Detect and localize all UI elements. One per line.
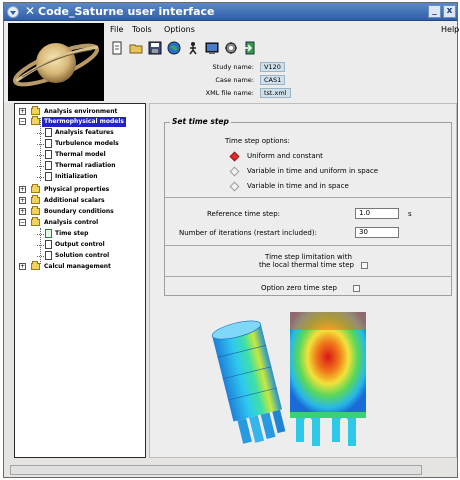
iterations-input[interactable]: 30 bbox=[355, 227, 399, 238]
folder-icon bbox=[31, 206, 40, 215]
time-step-limitation-checkbox[interactable] bbox=[361, 262, 368, 269]
tree-label: Additional scalars bbox=[44, 197, 105, 204]
folder-icon bbox=[31, 106, 40, 115]
iterations-label: Number of iterations (restart included): bbox=[179, 229, 317, 237]
page-icon bbox=[45, 161, 52, 170]
separator bbox=[165, 245, 451, 246]
page-icon-active bbox=[45, 229, 52, 238]
page-icon bbox=[45, 172, 52, 181]
set-time-step-group: Set time step Time step options: Uniform… bbox=[164, 117, 452, 296]
folder-open-icon bbox=[31, 217, 40, 226]
tree-label: Output control bbox=[55, 241, 105, 248]
tree-connector bbox=[40, 118, 41, 181]
folder-icon bbox=[31, 195, 40, 204]
expand-icon[interactable]: + bbox=[19, 197, 26, 204]
menu-file[interactable]: File bbox=[110, 25, 123, 34]
radio-variable-time-space[interactable] bbox=[229, 181, 240, 192]
maximize-button[interactable]: x bbox=[443, 5, 456, 18]
reference-time-step-input[interactable]: 1.0 bbox=[355, 208, 399, 219]
case-name-value: CAS1 bbox=[260, 75, 286, 85]
tree-label: Thermal radiation bbox=[55, 162, 116, 169]
page-icon bbox=[45, 251, 52, 260]
time-step-options-label: Time step options: bbox=[225, 137, 290, 145]
separator bbox=[165, 197, 451, 198]
tree-label: Calcul management bbox=[44, 263, 111, 270]
xml-file-value: tst.xml bbox=[260, 88, 291, 98]
collapse-icon[interactable]: − bbox=[19, 118, 26, 125]
expand-icon[interactable]: + bbox=[19, 186, 26, 193]
study-name-value: V120 bbox=[260, 62, 285, 72]
terminal-icon[interactable] bbox=[205, 41, 219, 55]
menu-options[interactable]: Options bbox=[164, 25, 195, 34]
tree-label: Analysis environment bbox=[44, 108, 118, 115]
time-step-limitation-label: Time step limitation with the local ther… bbox=[259, 253, 354, 269]
page-icon bbox=[45, 128, 52, 137]
zero-time-step-label: Option zero time step bbox=[261, 284, 337, 292]
minimize-button[interactable]: _ bbox=[428, 5, 441, 18]
study-name-label: Study name: bbox=[212, 63, 254, 71]
process-icon[interactable] bbox=[224, 41, 238, 55]
group-title: Set time step bbox=[170, 117, 231, 126]
radio-uniform-constant-label[interactable]: Uniform and constant bbox=[247, 152, 323, 160]
exit-icon[interactable] bbox=[243, 41, 257, 55]
tree-label: Solution control bbox=[55, 252, 110, 259]
xml-file-label: XML file name: bbox=[205, 89, 254, 97]
header-area: File Tools Options Help Study name: V120… bbox=[4, 21, 459, 103]
collapse-icon[interactable]: − bbox=[19, 219, 26, 226]
cfd-simulation-image bbox=[211, 312, 366, 446]
tree-label: Turbulence models bbox=[55, 140, 119, 147]
status-bar bbox=[10, 465, 422, 475]
toolbar bbox=[107, 41, 277, 57]
radio-uniform-constant[interactable] bbox=[229, 151, 240, 162]
saturn-logo bbox=[8, 23, 104, 101]
radio-variable-time-uniform-space[interactable] bbox=[229, 166, 240, 177]
tree-label: Initialization bbox=[55, 173, 98, 180]
tree-label: Analysis control bbox=[44, 219, 99, 226]
tree-label: Time step bbox=[55, 230, 89, 237]
menu-help[interactable]: Help bbox=[441, 25, 459, 34]
app-x-icon: ✕ bbox=[25, 4, 36, 18]
navigation-tree[interactable]: + Analysis environment − Thermophysical … bbox=[14, 103, 146, 458]
menu-bar: File Tools Options Help bbox=[107, 24, 459, 38]
globe-icon[interactable] bbox=[167, 41, 181, 55]
expand-icon[interactable]: + bbox=[19, 263, 26, 270]
page-icon bbox=[45, 139, 52, 148]
title-bar[interactable]: ✕ Code_Saturne user interface _ x bbox=[4, 3, 457, 21]
radio-variable-time-space-label[interactable]: Variable in time and in space bbox=[247, 182, 349, 190]
case-name-label: Case name: bbox=[215, 76, 254, 84]
tree-label: Thermal model bbox=[55, 151, 106, 158]
page-icon bbox=[45, 240, 52, 249]
run-icon[interactable] bbox=[186, 41, 200, 55]
reference-time-step-unit: s bbox=[408, 210, 412, 218]
new-file-icon[interactable] bbox=[110, 41, 124, 55]
folder-icon bbox=[31, 184, 40, 193]
zero-time-step-checkbox[interactable] bbox=[353, 285, 360, 292]
reference-time-step-label: Reference time step: bbox=[207, 210, 281, 218]
limitation-line-1: Time step limitation with bbox=[265, 253, 352, 261]
page-icon bbox=[45, 150, 52, 159]
save-icon[interactable] bbox=[148, 41, 162, 55]
window-menu-icon[interactable] bbox=[7, 6, 19, 18]
tree-label: Physical properties bbox=[44, 186, 110, 193]
folder-icon bbox=[31, 261, 40, 270]
tree-label: Analysis features bbox=[55, 129, 114, 136]
tree-label-selected: Thermophysical models bbox=[42, 117, 126, 127]
time-step-panel: Set time step Time step options: Uniform… bbox=[149, 103, 457, 458]
window-title: Code_Saturne user interface bbox=[38, 5, 215, 18]
limitation-line-2: the local thermal time step bbox=[259, 261, 354, 269]
main-window: ✕ Code_Saturne user interface _ x File T… bbox=[3, 2, 459, 478]
radio-variable-time-uniform-space-label[interactable]: Variable in time and uniform in space bbox=[247, 167, 378, 175]
separator bbox=[165, 276, 451, 277]
expand-icon[interactable]: + bbox=[19, 208, 26, 215]
menu-tools[interactable]: Tools bbox=[132, 25, 152, 34]
open-folder-icon[interactable] bbox=[129, 41, 143, 55]
tree-label: Boundary conditions bbox=[44, 208, 114, 215]
expand-icon[interactable]: + bbox=[19, 108, 26, 115]
folder-open-icon bbox=[31, 116, 40, 125]
